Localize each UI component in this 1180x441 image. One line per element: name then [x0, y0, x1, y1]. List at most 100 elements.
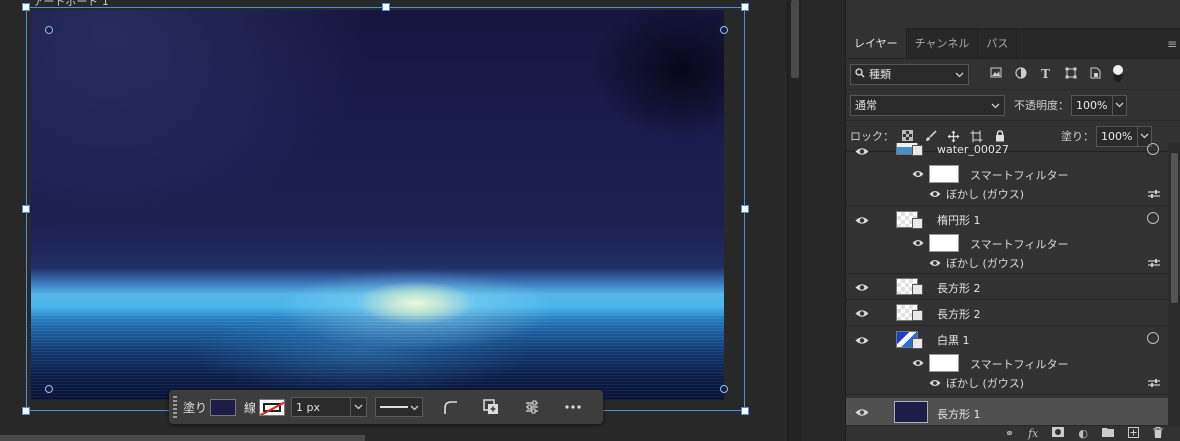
smart-object-filter-icon[interactable]: [1083, 67, 1108, 81]
smart-filter-label: スマートフィルター: [970, 358, 1069, 371]
tab-paths[interactable]: パス: [978, 28, 1018, 58]
lock-position-move-icon[interactable]: [942, 130, 965, 143]
visibility-eye-icon[interactable]: [912, 359, 924, 367]
new-group-folder-icon[interactable]: [1102, 427, 1114, 440]
visibility-eye-icon[interactable]: [912, 170, 924, 178]
stroke-color-swatch[interactable]: [259, 398, 286, 416]
stroke-width-select[interactable]: 1 px: [291, 397, 368, 417]
lock-transparency-icon[interactable]: [896, 129, 919, 143]
chevron-down-icon: [991, 99, 1004, 112]
transform-handle-bottom-right[interactable]: [741, 407, 749, 415]
filter-name[interactable]: ぼかし (ガウス): [946, 255, 1024, 271]
stroke-type-select[interactable]: [375, 397, 424, 417]
visibility-eye-icon[interactable]: [912, 239, 924, 247]
fx-icon[interactable]: fx: [1028, 427, 1038, 440]
lock-artboard-icon[interactable]: [965, 130, 988, 143]
collapsed-panel-strip: [846, 0, 1180, 29]
visibility-eye-icon[interactable]: [929, 379, 941, 387]
visibility-eye-icon[interactable]: [855, 216, 869, 225]
delete-layer-trash-icon[interactable]: [1153, 426, 1163, 441]
type-layer-filter-icon[interactable]: T: [1033, 67, 1058, 81]
shape-layer-filter-icon[interactable]: [1058, 67, 1083, 81]
adjustment-layer-icon[interactable]: ◐: [1078, 427, 1088, 440]
layer-row[interactable]: 長方形 2: [846, 274, 1168, 300]
selection-bounding-box[interactable]: [26, 7, 745, 411]
stroke-width-value: 1 px: [296, 400, 321, 414]
corner-radius-widget-top-right[interactable]: [720, 26, 728, 34]
visibility-eye-icon[interactable]: [929, 259, 941, 267]
tab-layers[interactable]: レイヤー: [846, 28, 907, 58]
chevron-down-icon: [410, 401, 419, 414]
corner-radius-icon[interactable]: [437, 394, 463, 420]
filter-toggle-switch[interactable]: [1113, 65, 1123, 82]
layer-row-selected[interactable]: 長方形 1: [846, 398, 1168, 426]
corner-radius-widget-bottom-left[interactable]: [45, 385, 53, 393]
blend-row: 通常 不透明度： 100%: [846, 90, 1180, 121]
layers-scrollbar-thumb[interactable]: [1171, 153, 1178, 303]
filter-blending-options-icon[interactable]: [1148, 189, 1160, 199]
photoshop-window: アートボード 1 塗り 線 1 px レイヤー チャンネル パス ≡ 種類 T …: [0, 0, 1180, 441]
filter-kind-select[interactable]: 種類: [850, 63, 969, 85]
properties-sliders-icon[interactable]: [519, 394, 545, 420]
transform-handle-middle-left[interactable]: [22, 205, 30, 213]
add-mask-icon[interactable]: [1052, 427, 1065, 440]
corner-radius-widget-bottom-right[interactable]: [720, 385, 728, 393]
smart-filter-indicator-icon: [1147, 143, 1159, 155]
visibility-eye-icon[interactable]: [855, 147, 869, 156]
fill-label: 塗り：: [1061, 130, 1094, 143]
smart-filter-indicator-icon: [1147, 212, 1159, 224]
more-options-icon[interactable]: [560, 394, 586, 420]
smart-filter-mask-thumbnail: [929, 234, 959, 252]
transform-handle-top-left[interactable]: [22, 3, 30, 11]
smart-filter-mask-thumbnail: [929, 354, 959, 372]
link-layers-icon[interactable]: ⚭: [1005, 427, 1014, 440]
grip-handle-icon[interactable]: [173, 396, 177, 418]
vertical-scrollbar-thumb[interactable]: [791, 0, 799, 78]
transform-handle-bottom-left[interactable]: [22, 407, 30, 415]
opacity-input[interactable]: 100%: [1071, 94, 1127, 116]
duplicate-icon[interactable]: [478, 394, 504, 420]
smart-object-badge-icon: [912, 218, 923, 229]
filter-blending-options-icon[interactable]: [1148, 258, 1160, 268]
blend-mode-select[interactable]: 通常: [850, 94, 1005, 116]
layer-row[interactable]: 楕円形 1 スマートフィルター ぼかし (ガウス): [846, 206, 1168, 274]
transform-handle-middle-right[interactable]: [741, 205, 749, 213]
canvas-vertical-scrollbar[interactable]: [787, 0, 802, 441]
horizontal-scrollbar-thumb[interactable]: [0, 435, 365, 441]
transform-handle-top-center[interactable]: [382, 3, 390, 11]
document-canvas[interactable]: アートボード 1 塗り 線 1 px: [0, 0, 787, 441]
filter-blending-options-icon[interactable]: [1148, 378, 1160, 388]
layer-row[interactable]: water_00027 スマートフィルター ぼかし (ガウス): [846, 143, 1168, 206]
chevron-down-icon[interactable]: [1112, 95, 1126, 115]
layer-name: 長方形 2: [937, 282, 981, 295]
smart-object-badge-icon: [912, 145, 923, 156]
new-layer-icon[interactable]: [1128, 426, 1139, 441]
layer-name: 白黒 1: [937, 334, 970, 347]
visibility-eye-icon[interactable]: [929, 190, 941, 198]
layer-row[interactable]: 長方形 2: [846, 300, 1168, 326]
visibility-eye-icon[interactable]: [855, 283, 869, 292]
layers-bottom-bar: ⚭ fx ◐: [846, 426, 1180, 441]
layer-row[interactable]: 白黒 1 スマートフィルター ぼかし (ガウス): [846, 326, 1168, 395]
lock-label: ロック：: [850, 130, 894, 143]
filter-name[interactable]: ぼかし (ガウス): [946, 186, 1024, 202]
tab-channels[interactable]: チャンネル: [907, 28, 979, 58]
smart-object-badge-icon: [912, 338, 923, 349]
lock-pixels-brush-icon[interactable]: [919, 129, 942, 143]
corner-radius-widget-top-left[interactable]: [45, 26, 53, 34]
fill-color-swatch[interactable]: [210, 398, 237, 416]
visibility-eye-icon[interactable]: [855, 309, 869, 318]
contextual-task-bar: 塗り 線 1 px: [169, 390, 603, 424]
pixel-layer-filter-icon[interactable]: [983, 67, 1008, 81]
chevron-down-icon: [955, 68, 968, 81]
panel-menu-icon[interactable]: ≡: [1167, 37, 1177, 51]
lock-all-icon[interactable]: [988, 129, 1011, 143]
panel-dock-gap: [802, 0, 845, 441]
transform-handle-top-right[interactable]: [741, 3, 749, 11]
adjustment-layer-filter-icon[interactable]: [1008, 67, 1033, 81]
visibility-eye-icon[interactable]: [855, 336, 869, 345]
layers-scrollbar[interactable]: [1168, 143, 1180, 426]
filter-name[interactable]: ぼかし (ガウス): [946, 375, 1024, 391]
stroke-label: 線: [244, 400, 257, 415]
visibility-eye-icon[interactable]: [855, 408, 869, 417]
